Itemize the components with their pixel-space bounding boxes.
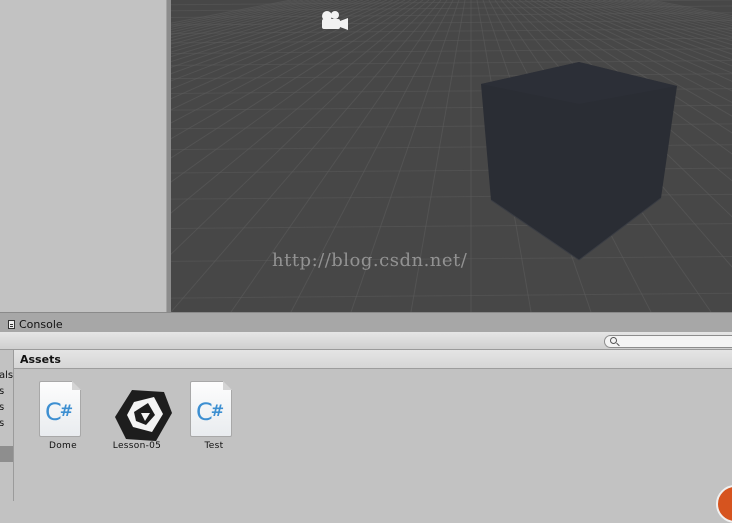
console-icon [8,319,15,329]
grid-line [171,223,732,229]
grid-line [171,48,732,54]
folder-tree-item[interactable]: als [0,370,13,382]
asset-item-test[interactable]: C# Test [179,377,249,451]
hierarchy-panel [0,0,166,312]
asset-label: Dome [49,441,77,451]
csharp-script-icon: C# [184,377,244,439]
unity-scene-icon [107,377,172,441]
grid-line [171,0,732,6]
assets-header [14,350,732,369]
asset-item-lesson-05[interactable]: Lesson-05 [102,377,172,451]
search-input[interactable] [604,335,732,348]
tab-console-label: Console [19,317,63,331]
folder-tree-item[interactable]: s [0,418,4,430]
watermark-text: http://blog.csdn.net/ [272,250,468,271]
grid-line [171,292,732,299]
cube[interactable] [481,62,677,261]
csharp-script-icon: C# [33,377,93,439]
folder-tree: als s s s [0,350,14,501]
folder-tree-item[interactable]: s [0,402,4,414]
console-tab-strip [0,312,732,332]
csharp-label: C# [45,398,73,426]
search-icon [610,337,617,344]
asset-item-dome[interactable]: C# Dome [28,377,98,451]
asset-label: Test [204,441,224,451]
assets-title: Assets [20,353,61,366]
folder-tree-item[interactable]: s [0,386,4,398]
csharp-label: C# [196,398,224,426]
folder-tree-selected-item[interactable] [0,446,13,462]
tab-console[interactable]: Console [0,316,69,332]
asset-grid: C# Dome Lesson-05 C# Test [14,369,732,501]
